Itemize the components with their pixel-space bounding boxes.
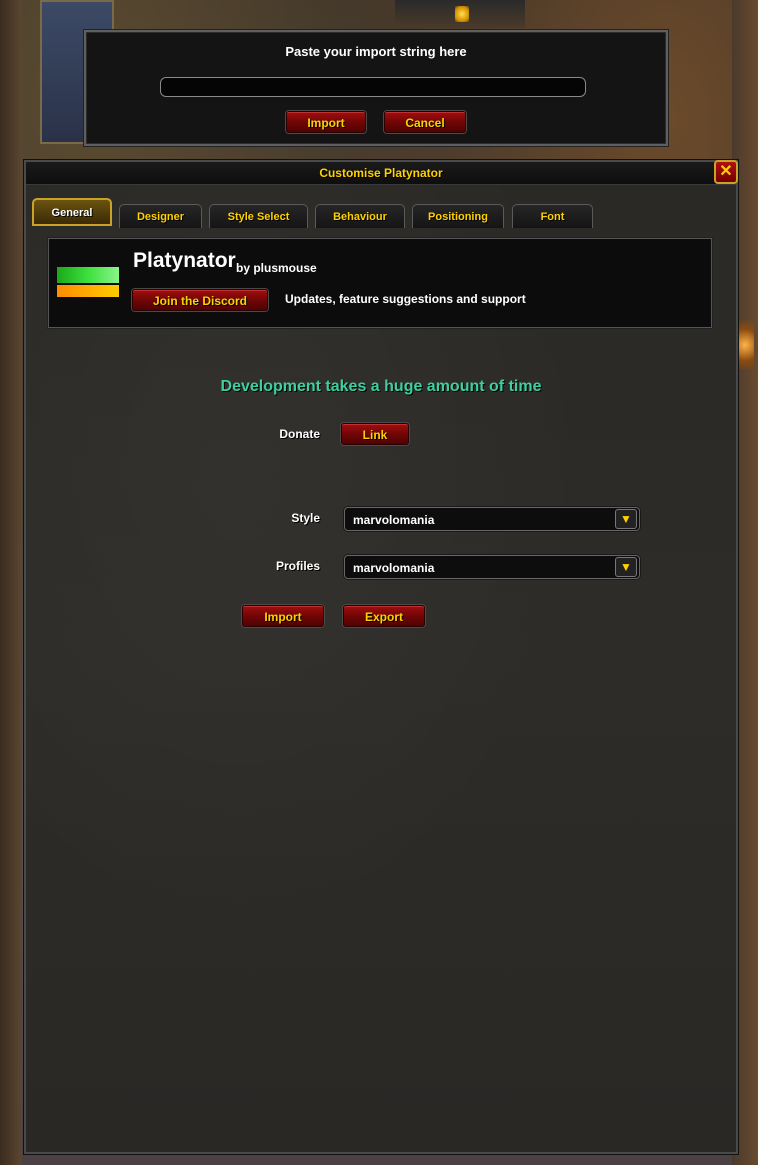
profiles-dropdown-value: marvolomania	[353, 561, 435, 575]
addon-info-box: Platynator by plusmouse Join the Discord…	[48, 238, 712, 328]
tab-general[interactable]: General	[32, 198, 112, 226]
style-label: Style	[291, 511, 320, 525]
tab-behaviour[interactable]: Behaviour	[315, 204, 405, 228]
background-lantern	[736, 320, 754, 370]
import-dialog: Paste your import string here Import Can…	[84, 30, 668, 146]
import-string-input[interactable]	[160, 77, 586, 97]
chevron-down-icon[interactable]: ▼	[615, 557, 637, 577]
panel-title: Customise Platynator	[319, 166, 443, 180]
profile-export-button[interactable]: Export	[343, 605, 425, 627]
style-dropdown[interactable]: marvolomania ▼	[344, 507, 640, 531]
background-pillar-left	[0, 0, 22, 1165]
support-text: Updates, feature suggestions and support	[285, 292, 526, 306]
import-dialog-import-button[interactable]: Import	[286, 111, 366, 133]
tab-font[interactable]: Font	[512, 204, 593, 228]
close-button[interactable]: ✕	[714, 160, 738, 184]
donate-label: Donate	[279, 427, 320, 441]
development-promo-heading: Development takes a huge amount of time	[220, 378, 542, 395]
logo-health-bar	[57, 267, 119, 283]
addon-name: Platynator	[133, 249, 236, 272]
addon-logo	[57, 267, 119, 297]
tab-designer[interactable]: Designer	[119, 204, 202, 228]
import-dialog-cancel-button[interactable]: Cancel	[384, 111, 466, 133]
tab-positioning[interactable]: Positioning	[412, 204, 504, 228]
import-dialog-title: Paste your import string here	[285, 44, 467, 59]
profiles-label: Profiles	[275, 559, 320, 573]
profiles-dropdown[interactable]: marvolomania ▼	[344, 555, 640, 579]
chevron-down-icon[interactable]: ▼	[615, 509, 637, 529]
profile-import-button[interactable]: Import	[242, 605, 324, 627]
close-icon: ✕	[719, 163, 733, 180]
background-flame	[455, 6, 469, 22]
customise-panel: Customise Platynator ✕ General Designer …	[24, 160, 738, 1154]
style-dropdown-value: marvolomania	[353, 513, 435, 527]
logo-cast-bar	[57, 285, 119, 297]
join-discord-button[interactable]: Join the Discord	[132, 289, 268, 311]
tab-style-select[interactable]: Style Select	[209, 204, 308, 228]
donate-link-button[interactable]: Link	[341, 423, 409, 445]
addon-author: by plusmouse	[236, 261, 317, 275]
panel-title-bar[interactable]: Customise Platynator	[26, 162, 736, 185]
